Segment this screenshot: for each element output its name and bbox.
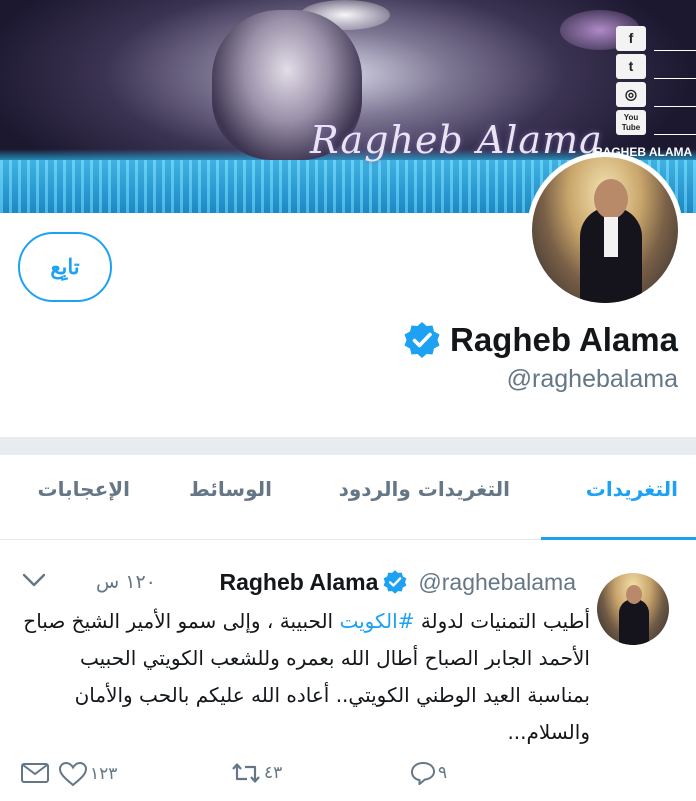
divider [654, 134, 696, 135]
avatar-figure [604, 217, 618, 257]
hashtag-link[interactable]: #الكويت [339, 609, 414, 633]
youtube-icon: You Tube [616, 110, 646, 135]
tweet-author-name[interactable]: Ragheb Alama [219, 569, 378, 596]
profile-display-name: Ragheb Alama [449, 321, 678, 358]
direct-message-button[interactable] [20, 761, 50, 785]
avatar-figure [619, 599, 649, 645]
avatar-figure [594, 179, 628, 219]
banner-social-icons: f t ◎ You Tube [616, 26, 696, 138]
retweet-button[interactable]: ٤٣ [230, 761, 282, 785]
like-count: ١٢٣ [90, 764, 118, 784]
tweet-item[interactable]: Ragheb Alama @raghebalama ١٢٠ س أطيب الت… [0, 541, 696, 801]
reply-count: ٩ [438, 763, 448, 783]
tab-tweets[interactable]: التغريدات [586, 477, 678, 501]
follow-button[interactable]: تابِع [18, 232, 112, 302]
banner-script-logo: Ragheb Alama [310, 118, 603, 162]
heart-icon [58, 761, 88, 787]
divider [654, 50, 696, 51]
envelope-icon [21, 763, 49, 783]
section-divider [0, 437, 696, 455]
tweet-header: Ragheb Alama @raghebalama [86, 567, 576, 597]
twitter-icon: t [616, 54, 646, 79]
facebook-icon: f [616, 26, 646, 51]
tweet-timestamp[interactable]: ١٢٠ س [96, 571, 156, 593]
tweet-text: أطيب التمنيات لدولة #الكويت الحبيبة ، وإ… [20, 603, 590, 751]
profile-name-row: Ragheb Alama [402, 320, 678, 360]
retweet-icon [232, 763, 260, 783]
tweet-author-handle[interactable]: @raghebalama [418, 569, 576, 596]
instagram-icon: ◎ [616, 82, 646, 107]
chevron-down-icon[interactable] [22, 571, 46, 591]
tweet-author-avatar[interactable] [597, 573, 669, 645]
retweet-count: ٤٣ [264, 763, 283, 783]
verified-badge-icon [404, 322, 440, 358]
profile-avatar[interactable] [527, 152, 683, 308]
reply-button[interactable]: ٩ [410, 761, 447, 785]
verified-badge-icon [384, 570, 407, 594]
profile-handle: @raghebalama [506, 365, 678, 393]
profile-tabs: التغريدات التغريدات والردود الوسائط الإع… [0, 455, 696, 540]
tweet-actions: ٩ ٤٣ ١٢٣ [0, 761, 696, 801]
avatar-figure [626, 585, 642, 604]
divider [654, 78, 696, 79]
tab-media[interactable]: الوسائط [189, 477, 272, 501]
reply-icon [410, 761, 436, 785]
active-tab-indicator [541, 537, 696, 540]
tweet-text-part: أطيب التمنيات لدولة [414, 609, 590, 633]
like-button[interactable]: ١٢٣ [58, 761, 117, 787]
tab-likes[interactable]: الإعجابات [38, 477, 130, 501]
divider [654, 106, 696, 107]
tab-tweets-and-replies[interactable]: التغريدات والردود [339, 477, 510, 501]
